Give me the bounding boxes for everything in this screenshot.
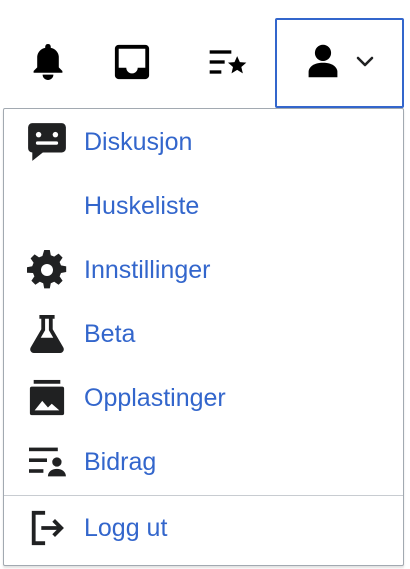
logout-icon [26,507,68,549]
chevron-down-icon [355,54,375,73]
talk-icon [26,121,68,163]
user-avatar-icon [305,41,341,86]
menu-item-contributions[interactable]: Bidrag [4,430,403,494]
notices-button[interactable] [102,18,162,106]
inbox-icon [113,43,151,81]
menu-item-label: Innstillinger [84,256,211,284]
user-menu-dropdown: Diskusjon Huskeliste Innstillinger Beta [3,108,404,566]
menu-item-discussion[interactable]: Diskusjon [4,110,403,174]
menu-item-logout[interactable]: Logg ut [4,496,403,560]
menu-item-preferences[interactable]: Innstillinger [4,238,403,302]
user-contributions-icon [26,441,68,483]
watchlist-icon [208,45,248,79]
bell-icon [30,41,66,83]
menu-item-uploads[interactable]: Opplastinger [4,366,403,430]
menu-item-label: Beta [84,320,136,348]
watchlist-button[interactable] [198,18,258,106]
flask-icon [26,313,68,355]
header-toolbar [0,0,410,110]
menu-item-label: Huskeliste [84,192,200,220]
notifications-button[interactable] [18,18,78,106]
settings-icon [26,249,68,291]
menu-item-watchlist[interactable]: Huskeliste [4,174,403,238]
menu-item-label: Opplastinger [84,384,226,412]
menu-item-label: Logg ut [84,514,168,542]
menu-item-label: Bidrag [84,448,157,476]
user-menu-button[interactable] [275,18,404,108]
menu-item-beta[interactable]: Beta [4,302,403,366]
menu-item-label: Diskusjon [84,128,193,156]
image-gallery-icon [26,377,68,419]
